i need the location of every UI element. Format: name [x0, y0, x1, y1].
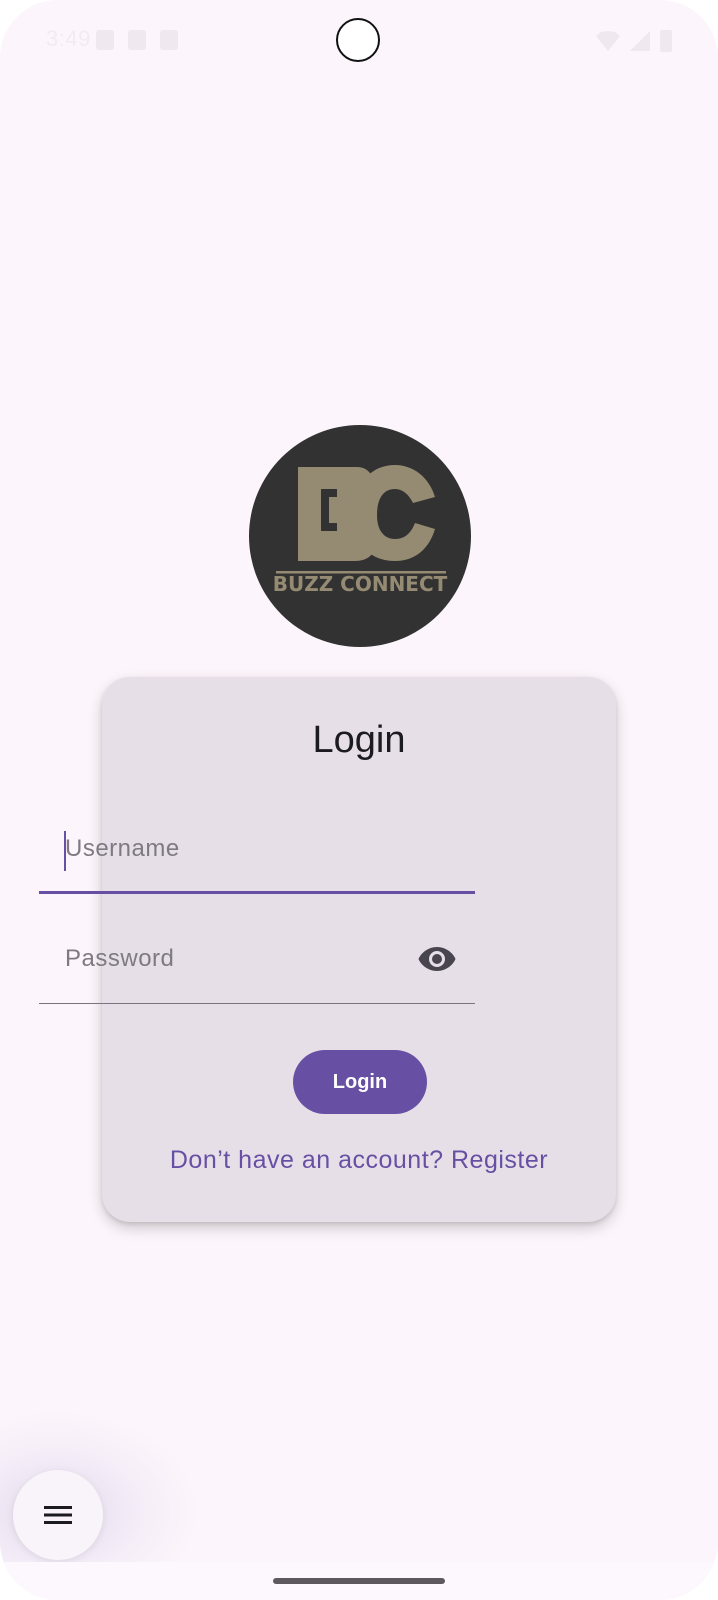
notification-icon — [160, 30, 178, 50]
camera-cutout — [336, 18, 380, 62]
eye-icon[interactable] — [417, 941, 457, 977]
menu-icon — [44, 1506, 72, 1524]
wifi-icon — [596, 31, 620, 51]
username-input[interactable] — [39, 804, 475, 894]
home-indicator[interactable] — [273, 1578, 445, 1584]
menu-fab[interactable] — [13, 1470, 103, 1560]
battery-icon — [660, 30, 672, 52]
status-bar: 3:49 — [0, 0, 718, 80]
username-underline — [39, 891, 475, 894]
card-title: Login — [312, 719, 406, 761]
login-screen: 3:49 BUZZ CONNECT Login Username Login D… — [0, 0, 718, 1600]
login-button[interactable]: Login — [293, 1050, 427, 1114]
status-right-icons — [596, 30, 672, 52]
sim-card-icon — [128, 30, 146, 50]
logo-mark — [276, 465, 446, 574]
signal-icon — [630, 31, 650, 51]
text-cursor — [64, 831, 66, 871]
status-left-icons — [96, 30, 178, 50]
password-underline — [39, 1003, 475, 1004]
shield-icon — [96, 30, 114, 50]
username-field[interactable] — [39, 804, 475, 894]
status-time: 3:49 — [46, 26, 91, 51]
password-input[interactable] — [39, 914, 475, 1004]
password-field[interactable] — [39, 914, 475, 1004]
logo-subtext: BUZZ CONNECT — [272, 572, 448, 596]
buzz-connect-logo: BUZZ CONNECT — [249, 425, 471, 647]
register-link[interactable]: Don’t have an account? Register — [102, 1146, 616, 1175]
